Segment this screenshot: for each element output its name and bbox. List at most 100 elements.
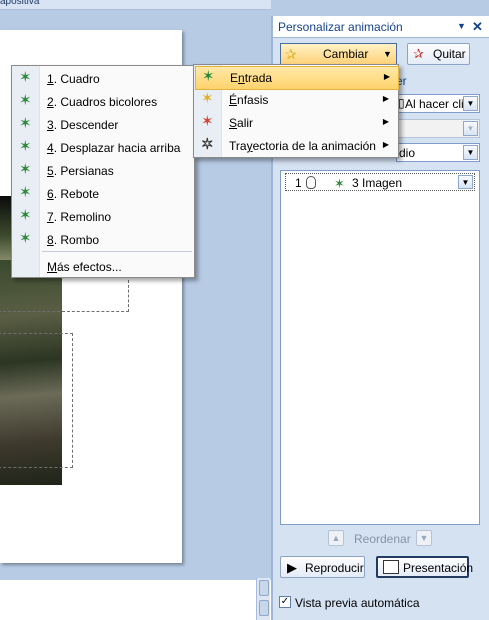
effect-label: Desplazar hacia arriba xyxy=(60,141,181,155)
effect-type-post: nfasis xyxy=(237,93,269,107)
remove-star-icon: ✰ xyxy=(413,46,424,61)
effect-type-icon: ✶ xyxy=(201,113,214,130)
reorder-label: Reordenar xyxy=(354,532,411,546)
entrance-effect-icon: ✶ xyxy=(19,92,32,109)
effect-label: Remolino xyxy=(60,210,112,224)
placeholder-outline[interactable] xyxy=(0,333,73,468)
entrance-effect-icon: ✶ xyxy=(19,161,32,178)
start-select-value: Al hacer clic xyxy=(405,97,470,111)
mouse-icon xyxy=(306,176,316,189)
change-effect-button[interactable]: ✰ Cambiar ▼ xyxy=(280,43,397,65)
chevron-down-icon[interactable]: ▼ xyxy=(458,175,473,189)
entrance-effects-menu: ✶ 1. Cuadro ✶ 2. Cuadros bicolores ✶ 3. Desce… xyxy=(11,65,195,278)
effect-type-accel: S xyxy=(229,116,238,130)
entrance-star-icon: ✶ xyxy=(334,176,345,191)
entrance-effect-icon: ✶ xyxy=(19,138,32,155)
scroll-up-button[interactable] xyxy=(259,580,269,596)
effect-item[interactable]: ✶ 4. Desplazar hacia arriba xyxy=(13,137,193,159)
play-label: Reproducir xyxy=(305,561,364,575)
effect-item[interactable]: ✶ 6. Rebote xyxy=(13,183,193,205)
menu-separator xyxy=(42,251,192,252)
pane-options-arrow-icon[interactable]: ▼ xyxy=(457,21,467,31)
more-effects-accel: M xyxy=(47,260,57,274)
chevron-down-icon[interactable]: ▼ xyxy=(463,96,478,111)
projector-screen-icon xyxy=(383,560,399,574)
effect-type-icon: ✶ xyxy=(201,136,215,153)
property-select: ▼ xyxy=(396,119,480,138)
notes-area[interactable] xyxy=(0,580,271,620)
list-item-label: 3 Imagen xyxy=(352,176,403,190)
effect-type-item[interactable]: ✶ Énfasis ▶ xyxy=(195,89,397,111)
speed-select-value: dio xyxy=(399,146,416,160)
slide-title-strip: apositiva xyxy=(0,0,271,10)
effect-number: 8 xyxy=(47,233,54,247)
vertical-scrollbar[interactable] xyxy=(256,578,270,620)
effect-number: 4 xyxy=(47,141,54,155)
effect-item[interactable]: ✶ 3. Descender xyxy=(13,114,193,136)
remove-effect-label: Quitar xyxy=(433,47,466,61)
play-button[interactable]: ▶ Reproducir xyxy=(280,556,365,578)
effect-number: 3 xyxy=(47,118,54,132)
effect-label: Descender xyxy=(60,118,119,132)
speed-select[interactable]: dio ▼ xyxy=(396,143,480,162)
star-icon: ✰ xyxy=(285,46,297,62)
auto-preview-checkbox[interactable]: ✓ xyxy=(279,596,291,608)
start-select[interactable]: ▯ Al hacer clic ▼ xyxy=(396,94,480,113)
chevron-down-icon[interactable]: ▼ xyxy=(463,145,478,160)
more-effects-item[interactable]: Más efectos... xyxy=(13,256,193,278)
submenu-arrow-icon: ▶ xyxy=(383,72,390,81)
dropdown-arrow-icon: ▼ xyxy=(383,49,392,59)
entrance-effect-icon: ✶ xyxy=(19,115,32,132)
entrance-effect-icon: ✶ xyxy=(19,207,32,224)
move-up-icon[interactable]: ▲ xyxy=(328,530,344,546)
effect-label: Persianas xyxy=(60,164,114,178)
effect-type-post: alir xyxy=(237,116,254,130)
slideshow-button[interactable]: Presentación xyxy=(376,556,473,578)
slide-tab-label: apositiva xyxy=(0,0,40,7)
effect-type-post: ectoria de la animación xyxy=(252,139,376,153)
animation-list[interactable] xyxy=(280,170,480,525)
effect-number: 2 xyxy=(47,95,54,109)
change-effect-label: Cambiar xyxy=(323,47,369,61)
effect-type-icon: ✶ xyxy=(201,90,214,107)
slideshow-label: Presentación xyxy=(403,561,474,575)
move-down-icon[interactable]: ▼ xyxy=(416,530,432,546)
entrance-effect-icon: ✶ xyxy=(19,184,32,201)
effect-type-accel: É xyxy=(229,93,238,107)
reorder-controls: ▲ Reordenar ▼ xyxy=(328,530,438,548)
pane-close-icon[interactable]: ✕ xyxy=(472,19,484,34)
effect-label: Rebote xyxy=(60,187,100,201)
effect-type-post: trada xyxy=(244,71,273,85)
entrance-effect-icon: ✶ xyxy=(19,230,32,247)
placeholder-outline[interactable] xyxy=(0,280,129,312)
effect-type-item[interactable]: ✶ Entrada ▶ xyxy=(195,66,399,90)
submenu-arrow-icon: ▶ xyxy=(382,140,389,149)
effect-label: Cuadros bicolores xyxy=(60,95,158,109)
effect-type-pre: E xyxy=(230,71,239,85)
effect-label: Rombo xyxy=(60,233,100,247)
effect-number: 1 xyxy=(47,72,54,86)
effect-type-icon: ✶ xyxy=(202,68,215,85)
effect-type-item[interactable]: ✶ Salir ▶ xyxy=(195,112,397,134)
submenu-arrow-icon: ▶ xyxy=(382,94,389,103)
effect-item[interactable]: ✶ 2. Cuadros bicolores xyxy=(13,91,193,113)
effect-type-pre: Tra xyxy=(229,139,247,153)
effect-type-item[interactable]: ✶ Trayectoria de la animación ▶ xyxy=(195,135,397,157)
effect-item[interactable]: ✶ 7. Remolino xyxy=(13,206,193,228)
effect-item[interactable]: ✶ 8. Rombo xyxy=(13,229,193,251)
remove-effect-button[interactable]: ✰ Quitar xyxy=(407,43,470,65)
effect-number: 6 xyxy=(47,187,54,201)
play-icon: ▶ xyxy=(287,560,297,575)
effect-type-menu: ✶ Entrada ▶ ✶ Énfasis ▶ ✶ Salir ▶ ✶ Trayectoria de… xyxy=(193,64,399,158)
submenu-arrow-icon: ▶ xyxy=(382,117,389,126)
effect-number: 5 xyxy=(47,164,54,178)
effect-label: Cuadro xyxy=(60,72,100,86)
auto-preview-label[interactable]: Vista previa automática xyxy=(295,596,420,610)
list-item[interactable]: 1 ✶ 3 Imagen ▼ xyxy=(285,173,475,191)
effect-item[interactable]: ✶ 1. Cuadro xyxy=(13,68,193,90)
scroll-down-button[interactable] xyxy=(259,600,269,616)
effect-item[interactable]: ✶ 5. Persianas xyxy=(13,160,193,182)
list-item-order: 1 xyxy=(295,176,302,190)
effect-type-accel: n xyxy=(238,71,245,85)
effect-number: 7 xyxy=(47,210,54,224)
